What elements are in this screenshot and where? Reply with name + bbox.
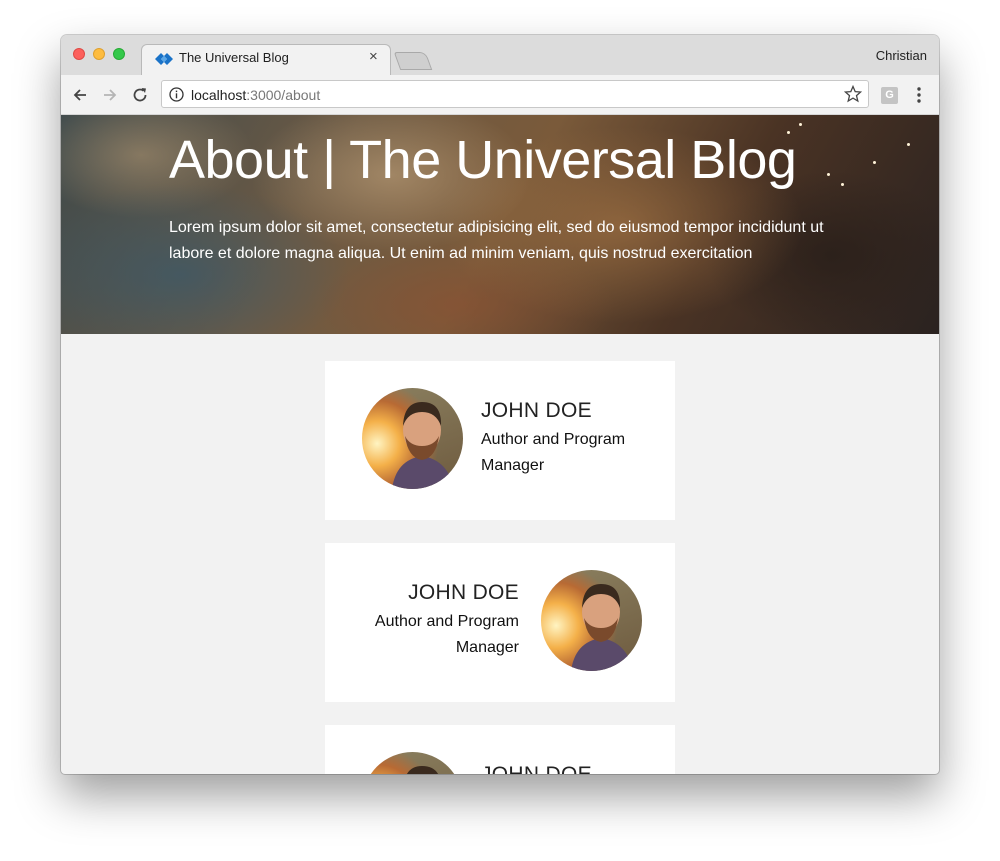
address-bar[interactable]: localhost:3000/about bbox=[161, 80, 869, 108]
url-text[interactable]: localhost:3000/about bbox=[191, 87, 320, 103]
author-role: Author and Program Manager bbox=[481, 431, 626, 474]
author-avatar bbox=[362, 388, 463, 489]
author-avatar bbox=[541, 570, 642, 671]
tab-title: The Universal Blog bbox=[179, 50, 289, 65]
author-role: Author and Program Manager bbox=[374, 613, 519, 656]
minimize-window-button[interactable] bbox=[93, 48, 105, 60]
reload-icon[interactable] bbox=[129, 84, 151, 106]
star-decoration bbox=[907, 143, 910, 146]
tab-strip: The Universal Blog × Christian bbox=[61, 35, 939, 75]
new-tab-button[interactable] bbox=[393, 52, 433, 70]
author-card: JOHN DOE Author and Program Manager bbox=[325, 725, 675, 774]
star-decoration bbox=[841, 183, 844, 186]
bookmark-star-icon[interactable] bbox=[843, 84, 863, 103]
author-card: JOHN DOE Author and Program Manager bbox=[325, 543, 675, 702]
author-name: JOHN DOE bbox=[481, 763, 592, 774]
star-decoration bbox=[827, 173, 830, 176]
star-decoration bbox=[799, 123, 802, 126]
back-arrow-icon[interactable] bbox=[69, 84, 91, 106]
hero-description: Lorem ipsum dolor sit amet, consectetur … bbox=[169, 219, 824, 262]
maximize-window-button[interactable] bbox=[113, 48, 125, 60]
forward-arrow-icon[interactable] bbox=[99, 84, 121, 106]
url-host: localhost bbox=[191, 87, 247, 103]
hero-banner: About | The Universal Blog Lorem ipsum d… bbox=[61, 115, 939, 334]
author-card: JOHN DOE Author and Program Manager bbox=[325, 361, 675, 520]
url-path: :3000/about bbox=[246, 87, 321, 103]
author-name: JOHN DOE bbox=[481, 399, 592, 422]
close-window-button[interactable] bbox=[73, 48, 85, 60]
browser-toolbar: localhost:3000/about G bbox=[61, 75, 939, 115]
info-icon[interactable] bbox=[169, 87, 184, 102]
profile-name[interactable]: Christian bbox=[876, 48, 927, 63]
page-title: About | The Universal Blog bbox=[169, 130, 797, 190]
author-avatar bbox=[362, 752, 463, 774]
browser-window: The Universal Blog × Christian localhost… bbox=[61, 35, 939, 774]
menu-dots-icon[interactable] bbox=[914, 86, 924, 104]
extension-icon[interactable]: G bbox=[881, 87, 898, 104]
author-name: JOHN DOE bbox=[408, 581, 519, 604]
star-decoration bbox=[873, 161, 876, 164]
site-favicon-icon bbox=[155, 52, 173, 66]
tab-close-icon[interactable]: × bbox=[369, 48, 378, 65]
